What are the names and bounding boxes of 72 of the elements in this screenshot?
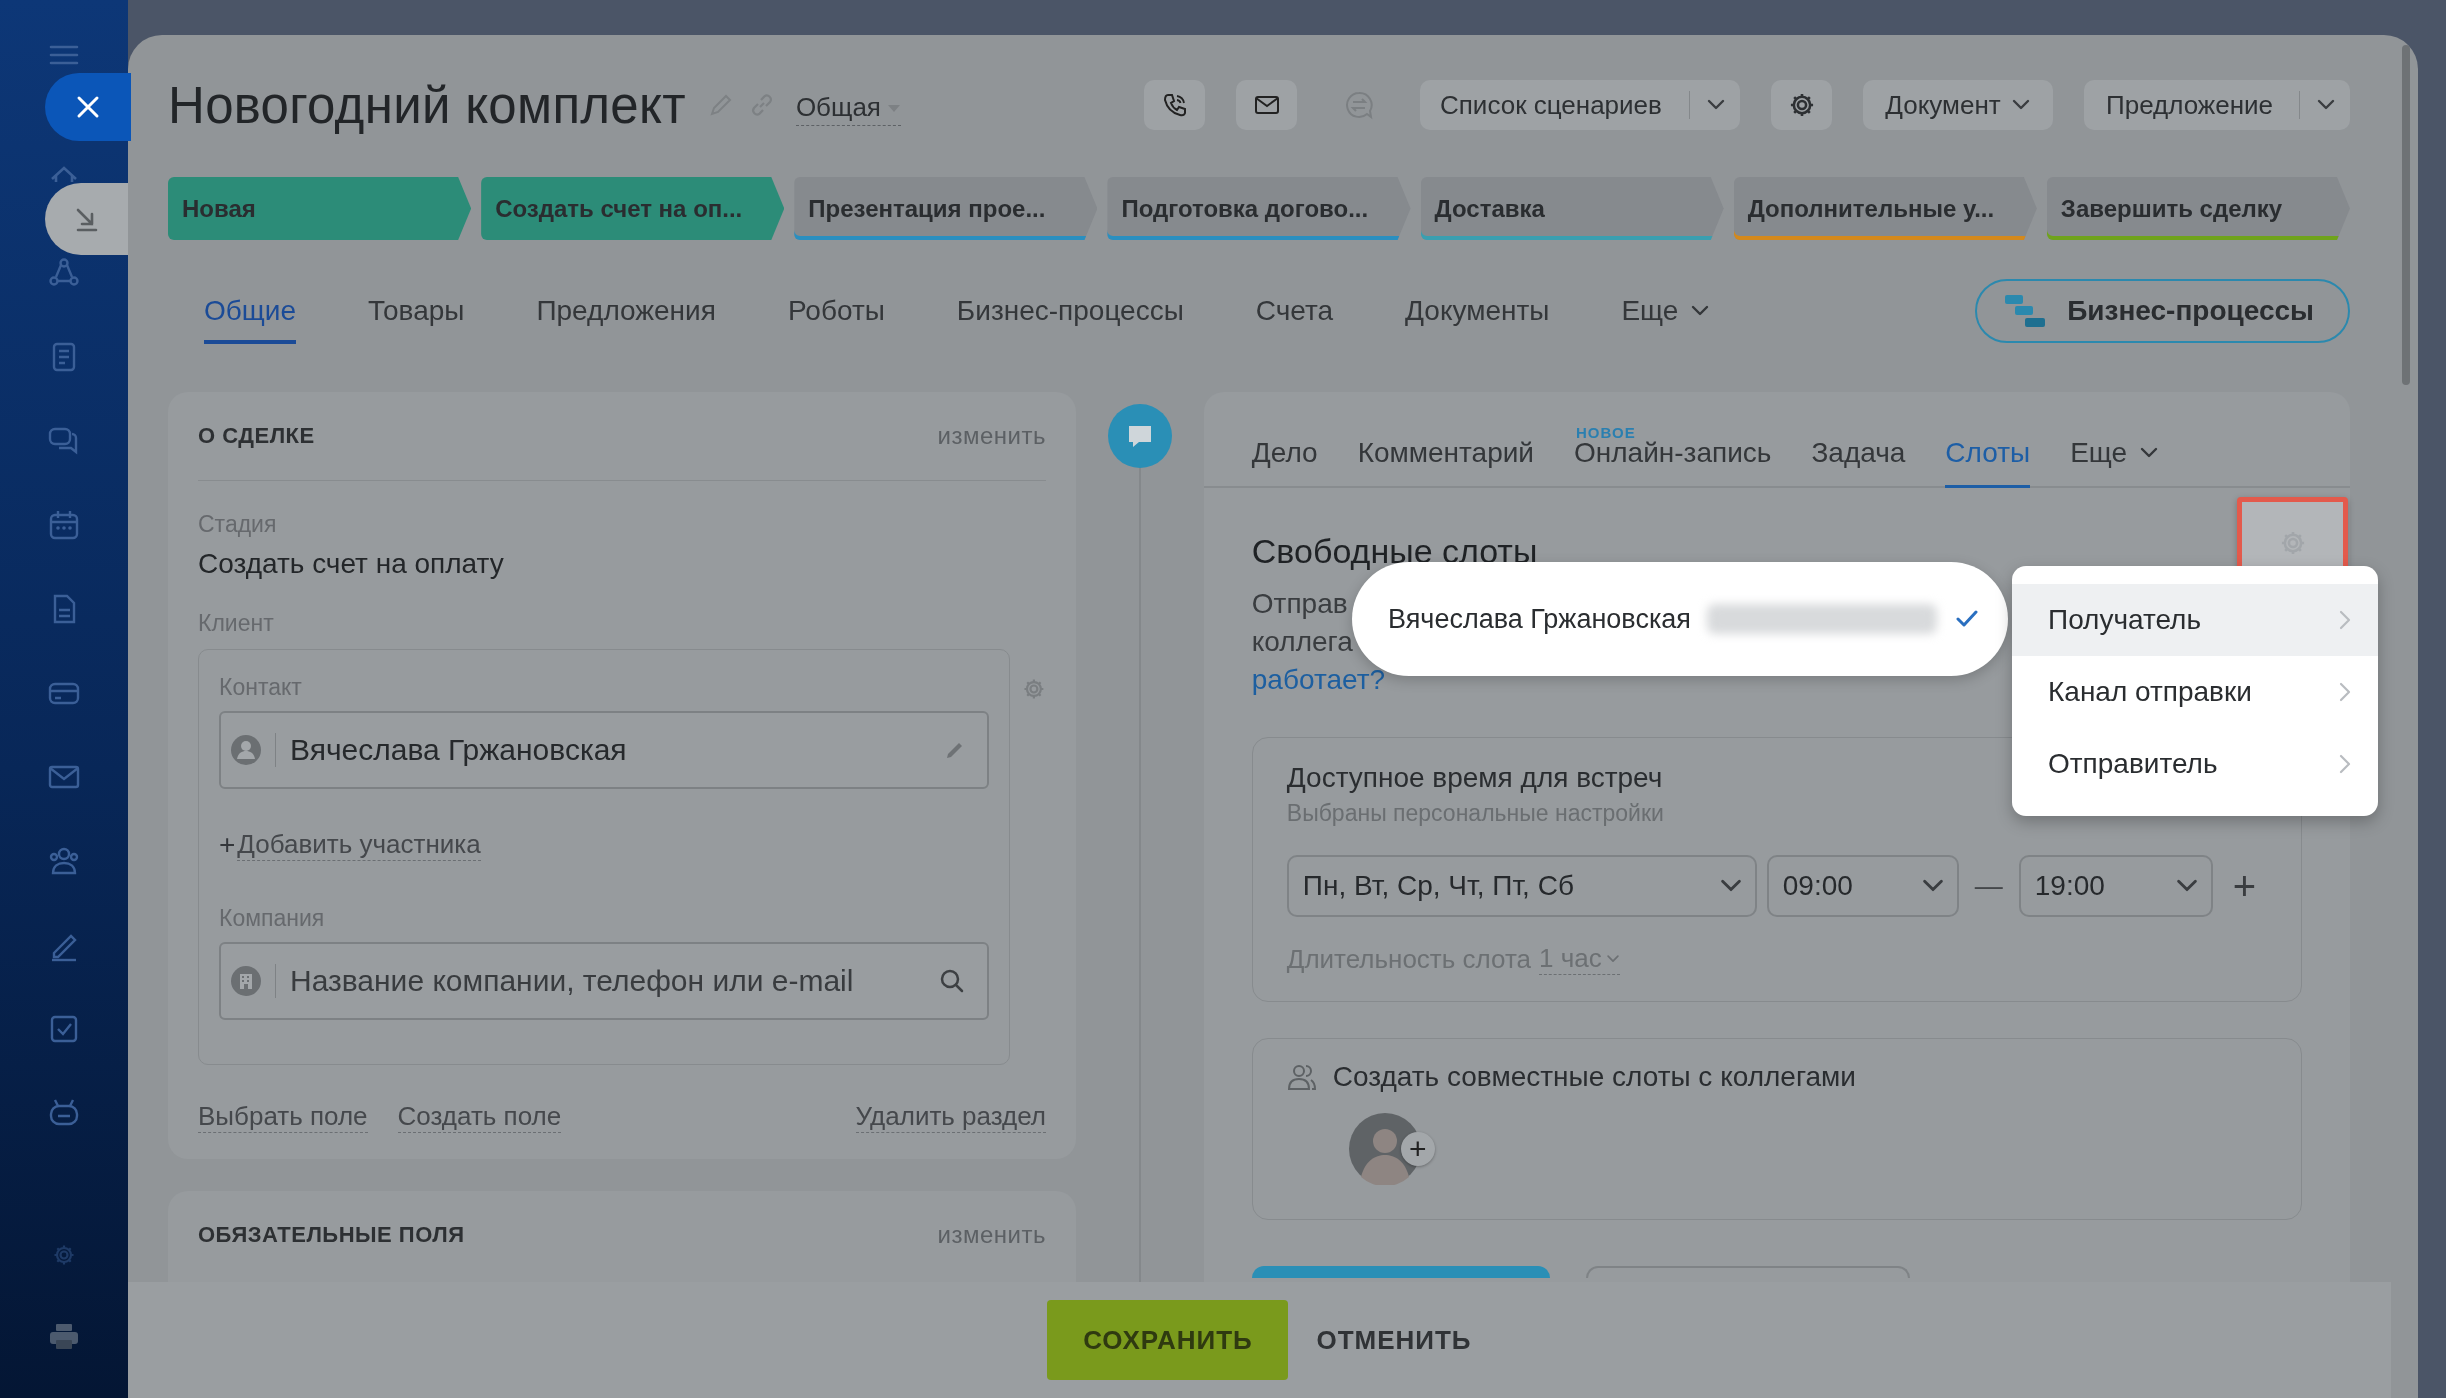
menu-item[interactable]: Канал отправки	[2012, 656, 2378, 728]
company-field[interactable]: Название компании, телефон или e-mail	[219, 942, 990, 1020]
add-interval-button[interactable]: +	[2232, 863, 2257, 909]
stage-step[interactable]: Презентация прое...	[794, 177, 1098, 240]
tab[interactable]: Общие	[204, 278, 297, 344]
stage-step[interactable]: Новая	[168, 177, 472, 240]
add-participant-link[interactable]: Добавить участника	[237, 829, 481, 861]
document-dropdown[interactable]: Документ	[1863, 80, 2053, 130]
close-icon	[75, 94, 101, 120]
section-heading: ОБЯЗАТЕЛЬНЫЕ ПОЛЯ	[198, 1222, 465, 1248]
tab[interactable]: Комментарий	[1357, 420, 1534, 488]
stage-step[interactable]: Завершить сделку	[2046, 177, 2350, 240]
edit-link[interactable]: изменить	[937, 422, 1046, 450]
phone-icon	[1161, 92, 1188, 118]
minimize-button[interactable]	[45, 183, 128, 255]
email-button[interactable]	[1236, 80, 1297, 130]
help-link[interactable]: работает?	[1251, 661, 1386, 699]
more-tab[interactable]: Еще	[1621, 278, 1711, 344]
stage-step[interactable]: Доставка	[1420, 177, 1724, 240]
category-dropdown[interactable]: Общая	[795, 92, 901, 126]
company-search-input[interactable]: Название компании, телефон или e-mail	[290, 964, 926, 998]
tab[interactable]: Дело	[1251, 420, 1318, 488]
cancel-button[interactable]: ОТМЕНИТЬ	[1308, 1324, 1480, 1356]
stage-step[interactable]: Подготовка догово...	[1107, 177, 1411, 240]
field-link[interactable]: Создать поле	[397, 1101, 562, 1133]
edit-link[interactable]: изменить	[937, 1221, 1046, 1249]
search-icon[interactable]	[939, 968, 966, 994]
description-text: Отправ	[1251, 587, 1348, 621]
recipient-name: Вячеслава Гржановская	[1388, 603, 1691, 635]
stage-step[interactable]: Создать счет на оп...	[481, 177, 785, 240]
process-icon	[2003, 293, 2048, 329]
start-time-select[interactable]: 09:00	[1766, 855, 1959, 917]
settings-button[interactable]	[1771, 80, 1832, 130]
description-text: коллега	[1251, 625, 1353, 659]
section-heading: О СДЕЛКЕ	[198, 423, 315, 449]
tab[interactable]: Предложения	[536, 278, 716, 344]
tab[interactable]: Бизнес-процессы	[956, 278, 1184, 344]
field-value: Создать счет на оплату	[198, 548, 505, 580]
calendar-icon[interactable]	[47, 508, 81, 542]
new-label: НОВОЕ	[1576, 424, 1636, 441]
stage-step[interactable]: Дополнительные у...	[1733, 177, 2037, 240]
call-button[interactable]	[1144, 80, 1205, 130]
proposal-dropdown[interactable]: Предложение	[2084, 80, 2350, 130]
person-icon	[231, 735, 261, 765]
building-icon	[231, 966, 261, 996]
end-time-select[interactable]: 19:00	[2018, 855, 2213, 917]
tab[interactable]: Счета	[1255, 278, 1334, 344]
tab[interactable]: Товары	[368, 278, 465, 344]
tab[interactable]: Роботы	[787, 278, 885, 344]
business-process-button[interactable]: Бизнес-процессы	[1975, 279, 2350, 343]
settings-icon	[1022, 677, 1046, 701]
more-tab[interactable]: Еще	[2070, 420, 2160, 488]
field-link[interactable]: Выбрать поле	[198, 1101, 368, 1133]
days-select[interactable]: Пн, Вт, Ср, Чт, Пт, Сб	[1286, 855, 1757, 917]
menu-item[interactable]: Отправитель	[2012, 728, 2378, 800]
close-button[interactable]	[45, 73, 131, 141]
tab[interactable]: Задача	[1811, 420, 1906, 488]
plus-sign: +	[219, 829, 236, 861]
dash: —	[1974, 870, 2003, 902]
scenarios-dropdown[interactable]: Список сценариев	[1420, 80, 1740, 130]
comment-icon	[1107, 404, 1172, 468]
mail-icon	[1253, 94, 1280, 116]
tab[interactable]: Документы	[1405, 278, 1550, 344]
box-title: Создать совместные слоты с коллегами	[1332, 1061, 1856, 1093]
people-icon	[1286, 1062, 1317, 1092]
menu-item[interactable]: Получатель	[2012, 584, 2378, 656]
delete-section-link[interactable]: Удалить раздел	[855, 1101, 1046, 1133]
contact-field[interactable]: Вячеслава Гржановская	[219, 711, 990, 789]
box-title: Доступное время для встреч	[1286, 762, 1663, 794]
save-button[interactable]: СОХРАНИТЬ	[1047, 1300, 1289, 1380]
tab[interactable]: Слоты	[1945, 420, 2031, 488]
deal-title: Новогодний комплект	[168, 75, 686, 135]
